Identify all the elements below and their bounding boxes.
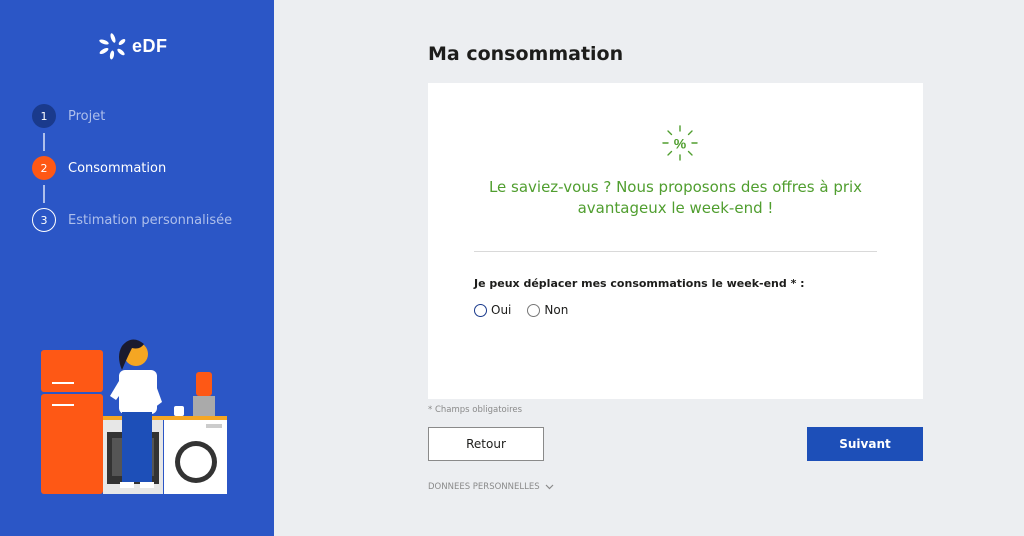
- logo-text: eDF: [132, 35, 168, 56]
- step-projet[interactable]: 1 Projet: [32, 104, 232, 128]
- step-consommation: 2 Consommation: [32, 156, 232, 180]
- step-label: Projet: [68, 108, 106, 124]
- radio-non[interactable]: Non: [527, 303, 568, 317]
- tip-message: Le saviez-vous ? Nous proposons des offr…: [488, 178, 863, 217]
- back-button[interactable]: Retour: [428, 427, 544, 461]
- step-connector: [43, 185, 45, 203]
- step-estimation: 3 Estimation personnalisée: [32, 208, 232, 232]
- step-number: 2: [32, 156, 56, 180]
- radio-button[interactable]: [527, 303, 541, 317]
- step-number: 1: [32, 104, 56, 128]
- radio-button[interactable]: [474, 303, 487, 317]
- edf-logo[interactable]: eDF: [98, 32, 168, 60]
- weekend-question-label: Je peux déplacer mes consommations le we…: [474, 277, 805, 290]
- next-button[interactable]: Suivant: [807, 427, 923, 461]
- progress-steps: 1 Projet 2 Consommation 3 Estimation per…: [32, 104, 232, 232]
- radio-label: Non: [544, 303, 569, 317]
- page-title: Ma consommation: [428, 43, 624, 65]
- personal-data-label: DONNEES PERSONNELLES: [428, 482, 540, 492]
- kitchen-illustration: [41, 339, 227, 494]
- divider: [474, 251, 877, 252]
- step-connector: [43, 133, 45, 151]
- radio-label: Oui: [491, 303, 512, 317]
- step-label: Consommation: [68, 160, 167, 176]
- weekend-radio-group: Oui Non: [474, 303, 584, 317]
- form-card: % Le saviez-vous ? Nous proposons des of…: [428, 83, 923, 399]
- svg-text:%: %: [674, 136, 687, 152]
- percent-sparkle-icon: %: [662, 125, 698, 161]
- personal-data-toggle[interactable]: DONNEES PERSONNELLES: [428, 482, 554, 492]
- required-fields-note: * Champs obligatoires: [428, 405, 523, 415]
- chevron-down-icon: [545, 484, 554, 490]
- sidebar: eDF 1 Projet 2 Consommation 3 Estimation…: [0, 0, 274, 536]
- step-number: 3: [32, 208, 56, 232]
- edf-burst-icon: [99, 33, 126, 60]
- radio-oui[interactable]: Oui: [474, 303, 511, 317]
- step-label: Estimation personnalisée: [68, 212, 233, 228]
